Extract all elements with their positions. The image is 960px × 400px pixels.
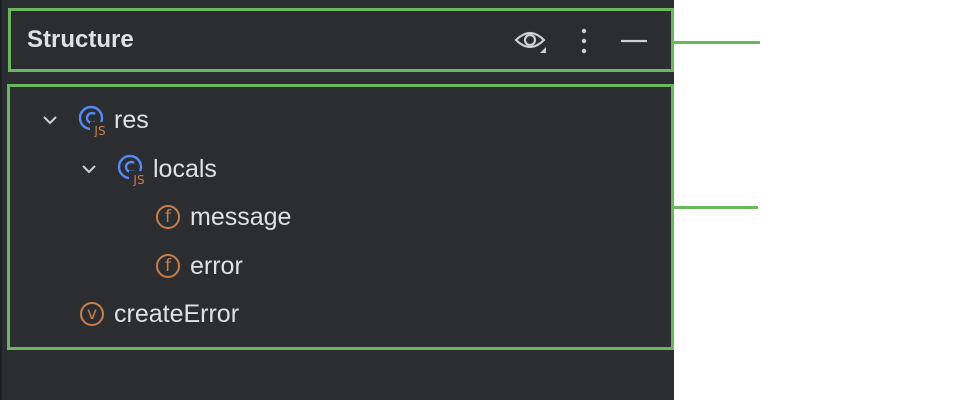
more-options-button[interactable] bbox=[566, 23, 602, 59]
field-icon: f bbox=[156, 254, 180, 278]
tree-node-label: res bbox=[114, 106, 149, 134]
structure-tree: JS res JS locals f message f error v cre… bbox=[7, 84, 674, 350]
svg-text:JS: JS bbox=[132, 173, 144, 186]
tree-node-createError[interactable]: v createError bbox=[80, 297, 239, 331]
variable-icon: v bbox=[80, 302, 104, 326]
chevron-down-icon[interactable] bbox=[75, 155, 103, 183]
panel-title: Structure bbox=[27, 26, 134, 53]
js-class-icon: JS bbox=[117, 154, 149, 187]
structure-header: Structure bbox=[8, 8, 674, 72]
show-options-button[interactable] bbox=[513, 23, 549, 59]
minimize-icon bbox=[621, 39, 647, 43]
tree-node-locals[interactable]: JS locals bbox=[75, 152, 217, 187]
window-edge bbox=[0, 0, 2, 400]
tree-node-label: locals bbox=[153, 155, 217, 183]
field-icon: f bbox=[156, 205, 180, 229]
svg-text:JS: JS bbox=[93, 124, 105, 137]
header-callout-line bbox=[674, 41, 760, 44]
tree-node-label: createError bbox=[114, 300, 240, 328]
tree-callout-line bbox=[674, 206, 758, 209]
tree-node-label: error bbox=[190, 252, 243, 280]
vertical-ellipsis-icon bbox=[581, 28, 587, 54]
js-class-icon: JS bbox=[78, 105, 110, 138]
tree-node-error[interactable]: f error bbox=[156, 249, 243, 283]
eye-icon bbox=[514, 31, 546, 53]
tree-node-message[interactable]: f message bbox=[156, 200, 291, 234]
chevron-down-icon[interactable] bbox=[36, 106, 64, 134]
hide-button[interactable] bbox=[616, 23, 652, 59]
structure-tool-window: Structure JS res JS locals f message f e… bbox=[0, 0, 674, 400]
tree-node-label: message bbox=[190, 203, 292, 231]
tree-node-res[interactable]: JS res bbox=[36, 103, 149, 138]
